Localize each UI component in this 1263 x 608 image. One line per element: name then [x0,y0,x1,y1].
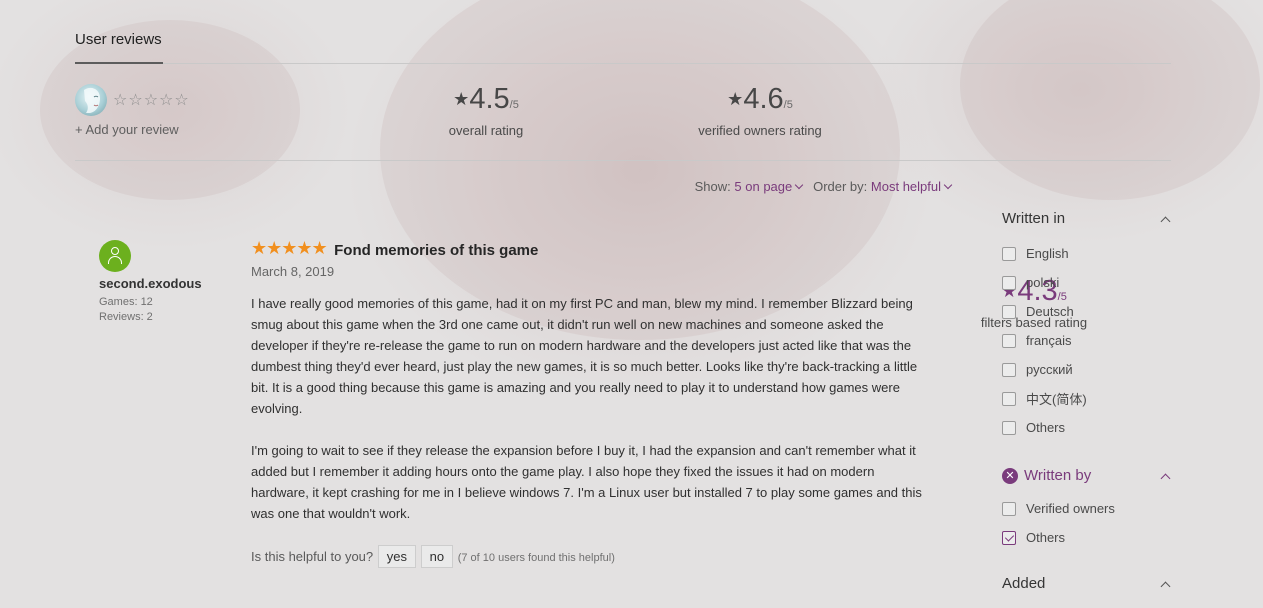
face-illustration-icon [84,87,100,113]
my-rating-stars[interactable]: ☆☆☆☆☆ [113,90,190,110]
reviewer-info: second.exodous Games: 12 Reviews: 2 [99,240,229,323]
filter-option-deutsch[interactable]: Deutsch [1002,297,1172,326]
checkbox[interactable] [1002,333,1016,348]
order-by-label: Order by: [813,179,868,194]
helpful-question: Is this helpful to you? [251,549,374,564]
vote-yes-button[interactable]: yes [377,545,416,568]
sort-controls: Show: 5 on page Order by: Most helpful [694,179,953,194]
filter-written-in-header[interactable]: Written in [1002,210,1172,234]
verified-rating-label: verified owners rating [698,123,822,138]
star-icon: ★ [727,89,744,109]
review-star-rating: ★★★★★ [251,238,328,258]
filter-option-chinese[interactable]: 中文(简体) [1002,384,1172,413]
filter-option-label: 中文(简体) [1026,392,1087,407]
filter-option-label: Others [1026,530,1066,545]
show-per-page-value[interactable]: 5 on page [734,179,792,194]
review-paragraph: I have really good memories of this game… [251,296,918,416]
filter-written-by-header[interactable]: ✕ Written by [1002,467,1172,491]
filter-option-polski[interactable]: polski [1002,268,1172,297]
checkbox[interactable] [1002,362,1016,377]
chevron-up-icon [1160,216,1171,227]
reviews-tabbar: User reviews [75,0,1171,64]
overall-rating-label: overall rating [448,123,524,138]
my-avatar [75,84,107,116]
order-by-value[interactable]: Most helpful [871,179,941,194]
checkbox[interactable] [1002,304,1016,319]
reviews-section: User reviews ☆☆☆☆☆ + Add your review ★4.… [75,0,1171,608]
review-body: I have really good memories of this game… [251,293,925,524]
filter-option-label: English [1026,246,1069,261]
checkbox[interactable] [1002,246,1016,261]
filter-option-others-language[interactable]: Others [1002,413,1172,442]
filters-sidebar: Written in English polski Deutsch frança… [1002,210,1172,599]
rating-summary: ☆☆☆☆☆ + Add your review ★4.5/5 overall r… [75,64,1171,330]
filter-option-label: Others [1026,420,1066,435]
reviewer-games-count: Games: 12 [99,296,153,308]
verified-owners-rating: ★4.6/5 verified owners rating [680,82,840,138]
chevron-up-icon [1160,473,1171,484]
add-review-link[interactable]: + Add your review [75,122,179,137]
filter-option-russian[interactable]: русский [1002,355,1172,384]
overall-rating-scale: /5 [509,99,519,111]
overall-rating: ★4.5/5 overall rating [446,82,526,138]
checkbox-checked[interactable] [1002,530,1016,545]
filter-written-by-title: Written by [1024,467,1092,484]
filter-option-label: Verified owners [1026,501,1115,516]
filter-option-verified-owners[interactable]: Verified owners [1002,494,1172,523]
clear-filter-icon[interactable]: ✕ [1002,468,1018,484]
reviewer-username[interactable]: second.exodous [99,276,229,291]
helpful-prompt-row: Is this helpful to you? yes no (7 of 10 … [251,545,931,568]
user-avatar-icon[interactable] [99,240,131,272]
filter-added-title: Added [1002,575,1046,592]
filter-option-francais[interactable]: français [1002,326,1172,355]
checkbox[interactable] [1002,275,1016,290]
chevron-up-icon [1160,581,1171,592]
filter-option-others-author[interactable]: Others [1002,523,1172,552]
reviewer-reviews-count: Reviews: 2 [99,311,153,323]
filter-written-in-title: Written in [1002,210,1066,227]
review-card: ★★★★★ Fond memories of this game March 8… [251,238,931,568]
show-label: Show: [694,179,731,194]
review-paragraph: I'm going to wait to see if they release… [251,443,922,521]
overall-rating-value: 4.5 [469,83,510,115]
filter-option-english[interactable]: English [1002,239,1172,268]
filter-added-header[interactable]: Added [1002,575,1172,599]
chevron-down-icon [943,180,953,190]
checkbox[interactable] [1002,420,1016,435]
filter-option-label: Deutsch [1026,304,1074,319]
star-icon: ★ [453,89,470,109]
review-title: Fond memories of this game [334,242,539,259]
verified-rating-value: 4.6 [743,83,784,115]
review-header: ★★★★★ Fond memories of this game [251,238,931,260]
show-per-page-dropdown[interactable]: 5 on page [734,179,804,194]
filter-option-label: français [1026,333,1072,348]
verified-rating-scale: /5 [783,99,793,111]
tab-user-reviews[interactable]: User reviews [75,31,163,64]
filter-option-label: русский [1026,362,1073,377]
vote-no-button[interactable]: no [420,545,454,568]
order-by-dropdown[interactable]: Most helpful [871,179,953,194]
checkbox[interactable] [1002,391,1016,406]
filter-option-label: polski [1026,275,1060,290]
helpful-count: (7 of 10 users found this helpful) [457,552,615,564]
chevron-down-icon [795,180,804,190]
checkbox[interactable] [1002,501,1016,516]
review-date: March 8, 2019 [251,264,335,279]
